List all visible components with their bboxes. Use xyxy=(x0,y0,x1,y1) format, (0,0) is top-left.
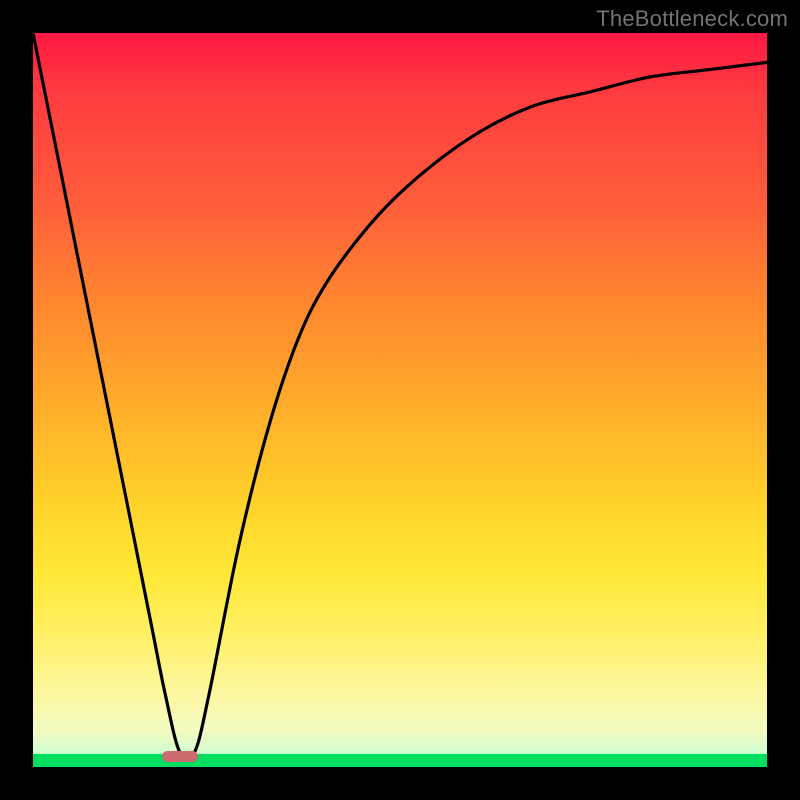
chart-frame: TheBottleneck.com xyxy=(0,0,800,800)
watermark-text: TheBottleneck.com xyxy=(596,6,788,32)
min-marker xyxy=(162,751,198,762)
bottleneck-curve-path xyxy=(33,33,767,760)
plot-area xyxy=(33,33,767,767)
curve-svg xyxy=(33,33,767,767)
